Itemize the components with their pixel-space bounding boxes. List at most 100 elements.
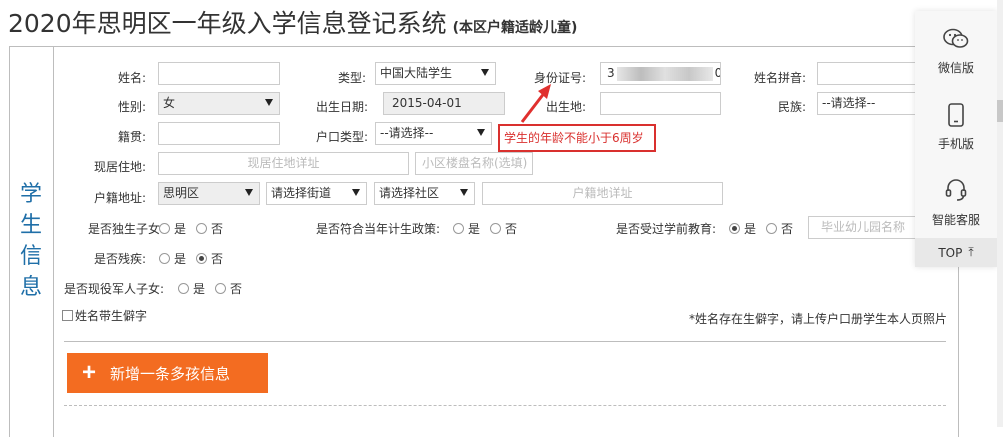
page-subtitle: (本区户籍适龄儿童) [452,20,578,36]
only-child-label: 是否独生子女: [87,222,164,236]
mobile-link[interactable]: 手机版 [915,103,997,152]
street-select[interactable]: 请选择街道 [266,182,367,205]
birthdate-input[interactable]: 2015-04-01 [383,92,505,115]
birthplace-input[interactable] [600,92,721,115]
address-label: 现居住地: [93,160,146,174]
page-title: 2020年思明区一年级入学信息登记系统 (本区户籍适龄儿童) [8,4,577,40]
service-link[interactable]: 智能客服 [915,177,997,228]
only-child-no[interactable]: 否 [196,220,223,237]
no-label: 否 [505,222,518,236]
radio-icon [766,223,778,234]
annotation-arrow-icon [520,84,551,123]
radio-icon [178,283,189,294]
disabled-label: 是否残疾: [93,252,146,266]
type-select-value: 中国大陆学生 [380,66,453,80]
hukou-type-select[interactable]: --请选择-- [375,122,492,145]
redacted-id [616,66,713,81]
rare-char-note: *姓名存在生僻字，请上传户口册学生本人页照片 [689,312,948,326]
chevron-down-icon [352,189,360,196]
no-label: 否 [230,282,243,296]
gender-select[interactable]: 女 [158,92,280,115]
rare-char-checkbox[interactable]: 姓名带生僻字 [62,307,147,324]
pinyin-label: 姓名拼音: [753,71,806,85]
military-yes[interactable]: 是 [178,280,205,297]
yes-label: 是 [174,222,187,236]
wechat-link[interactable]: 微信版 [915,27,997,76]
preschool-radios: 是 否 [729,220,803,237]
age-error-message: 学生的年龄不能小于6周岁 [498,124,656,152]
disabled-yes[interactable]: 是 [159,250,186,267]
radio-checked-icon [196,253,208,264]
checkbox-icon [62,310,73,321]
service-label: 智能客服 [931,213,980,227]
id-number-input[interactable]: 30 [600,62,721,85]
family-policy-label: 是否符合当年计生政策: [315,222,440,236]
yes-label: 是 [468,222,481,236]
street-value: 请选择街道 [271,186,332,200]
id-prefix: 3 [607,66,615,80]
floating-panel: 微信版 手机版 智能客服 [915,11,997,267]
chevron-down-icon [481,69,489,76]
disabled-no[interactable]: 否 [196,250,223,267]
radio-icon [490,223,502,234]
pinyin-input[interactable] [817,62,917,85]
scroll-thumb[interactable] [997,100,1003,122]
radio-icon [159,223,170,234]
yes-label: 是 [744,222,757,236]
dashed-divider [64,405,946,406]
type-select[interactable]: 中国大陆学生 [375,62,496,85]
family-policy-yes[interactable]: 是 [453,220,480,237]
district-select[interactable]: 思明区 [158,182,260,205]
name-input[interactable] [158,62,280,85]
family-policy-radios: 是 否 [453,220,527,237]
scrollbar[interactable] [997,0,1003,427]
preschool-yes[interactable]: 是 [729,220,756,237]
kindergarten-input[interactable]: 毕业幼儿园名称 [808,216,918,239]
chevron-down-icon [265,99,273,106]
preschool-label: 是否受过学前教育: [615,222,716,236]
add-sibling-label: 新增一条多孩信息 [110,365,231,383]
yes-label: 是 [174,252,187,266]
native-place-input[interactable] [158,122,280,145]
no-label: 否 [211,222,224,236]
no-label: 否 [781,222,794,236]
ethnicity-value: --请选择-- [822,96,876,110]
address-input[interactable]: 现居住地详址 [158,152,409,175]
only-child-yes[interactable]: 是 [159,220,186,237]
family-policy-no[interactable]: 否 [490,220,517,237]
rare-char-label: 姓名带生僻字 [75,309,148,323]
yes-label: 是 [193,282,206,296]
military-no[interactable]: 否 [215,280,242,297]
gender-value: 女 [163,96,176,110]
hukou-type-value: --请选择-- [380,126,434,140]
back-to-top-button[interactable]: TOP ⤒ [915,238,997,267]
divider [64,341,946,342]
radio-icon [215,283,227,294]
section-sidebar: 学生信息 [10,47,54,437]
only-child-radios: 是 否 [159,220,233,237]
birthdate-label: 出生日期: [315,100,368,114]
title-text: 2020年思明区一年级入学信息登记系统 [8,9,447,38]
section-label: 学生信息 [19,182,42,300]
radio-icon [453,223,464,234]
name-label: 姓名: [117,71,146,85]
radio-icon [159,253,170,264]
military-label: 是否现役军人子女: [63,282,164,296]
chevron-down-icon [477,129,485,136]
neighborhood-select[interactable]: 请选择社区 [374,182,475,205]
ethnicity-label: 民族: [777,100,806,114]
id-suffix: 0 [715,66,720,80]
gender-label: 性别: [117,100,146,114]
preschool-no[interactable]: 否 [766,220,793,237]
arrow-up-icon: ⤒ [968,245,974,259]
community-input[interactable]: 小区楼盘名称(选填) [415,152,533,175]
neighborhood-value: 请选择社区 [379,186,440,200]
disabled-radios: 是 否 [159,250,233,267]
add-sibling-button[interactable]: + 新增一条多孩信息 [67,353,268,393]
phone-icon [948,103,964,127]
ethnicity-select[interactable]: --请选择-- [817,92,917,115]
hukou-detail-input[interactable]: 户籍地详址 [482,182,723,205]
type-label: 类型: [337,71,366,85]
hukou-type-label: 户口类型: [315,130,368,144]
mobile-label: 手机版 [937,137,974,151]
